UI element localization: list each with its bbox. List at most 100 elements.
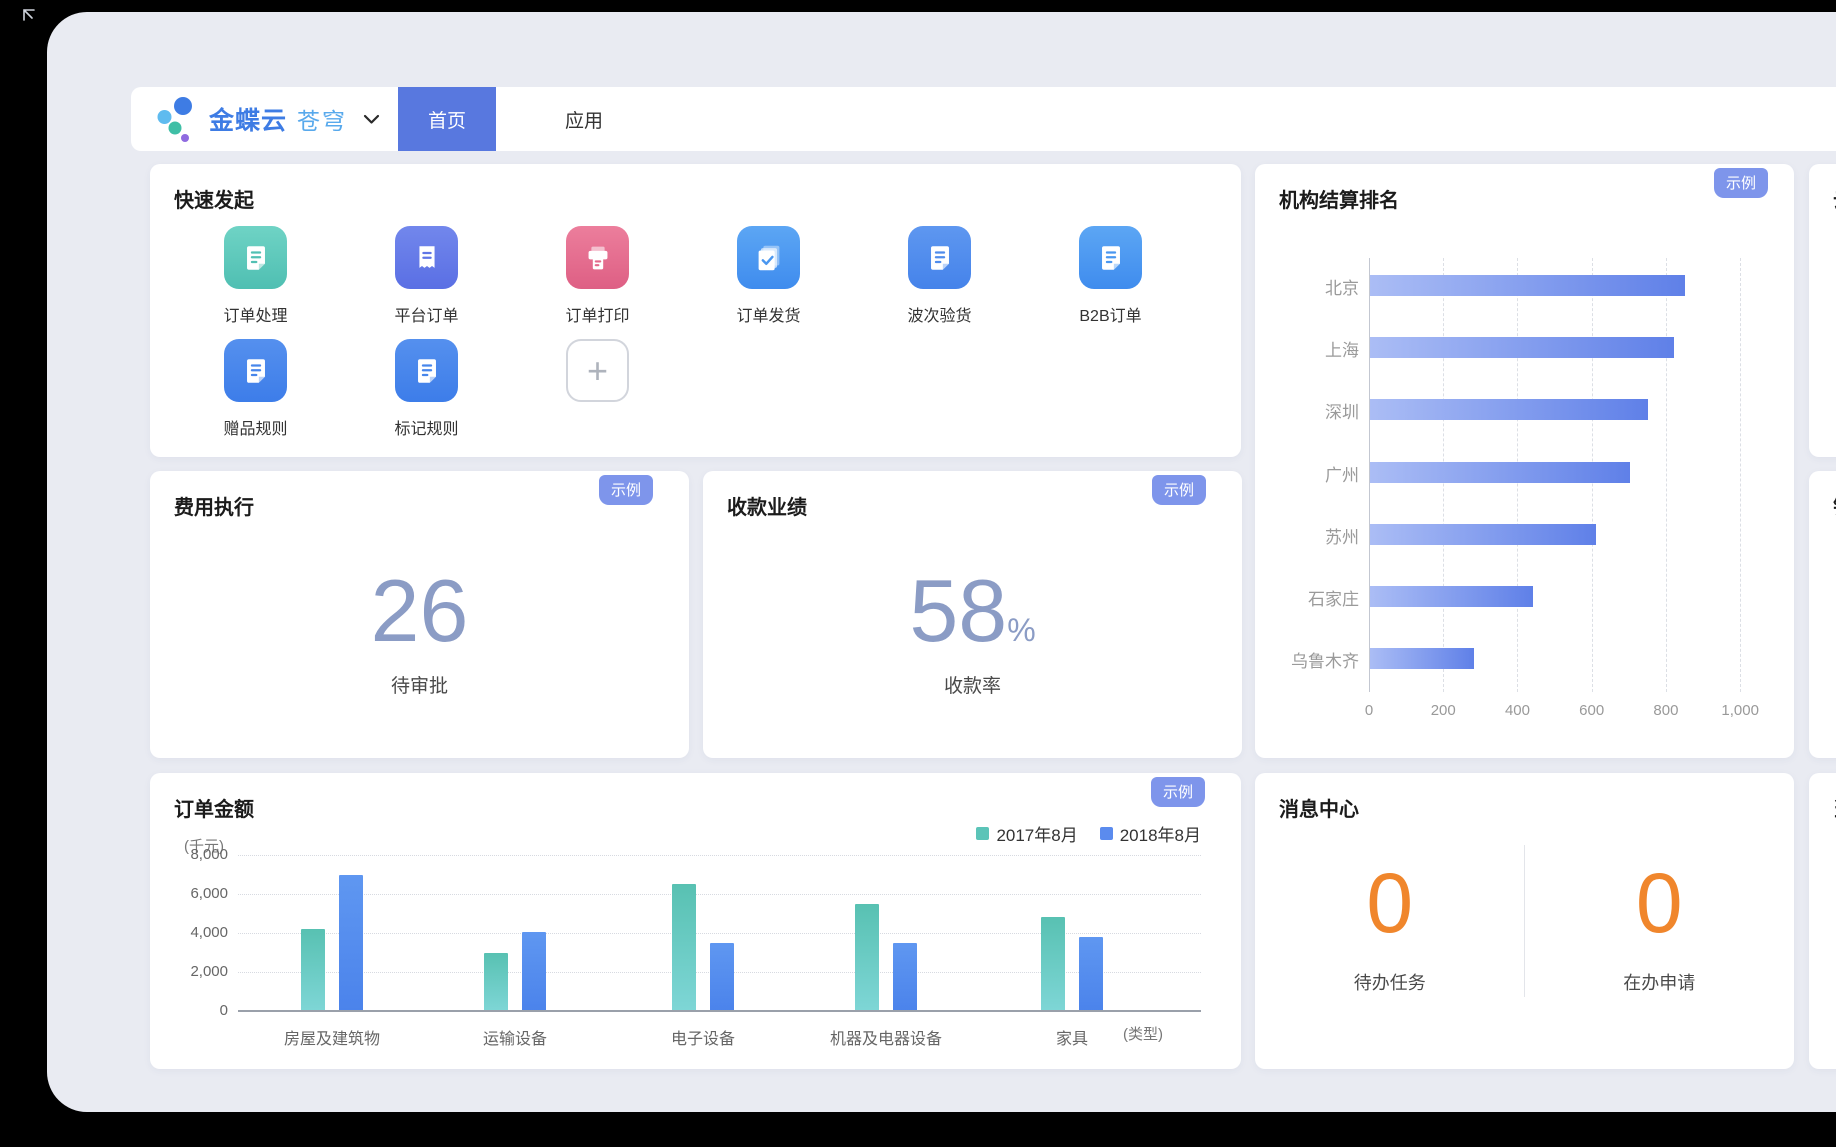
quick-launch-label: 订单发货 (736, 302, 800, 326)
card-title: 订单金额 (174, 793, 254, 822)
doc-icon (224, 339, 287, 402)
percent-unit: % (1007, 612, 1035, 648)
y-tick-label: 4,000 (166, 924, 228, 941)
brand-name: 金蝶云 (209, 101, 287, 137)
order-bar (522, 932, 546, 1011)
x-tick-label: 1,000 (1708, 702, 1772, 719)
sample-badge: 示例 (1714, 168, 1768, 198)
chevron-down-icon[interactable] (363, 114, 380, 125)
expense-card: 示例 费用执行 26 待审批 (150, 471, 689, 758)
add-quick-launch-button[interactable]: + (512, 339, 683, 439)
order-bar (672, 884, 696, 1011)
quick-launch-item[interactable]: 标记规则 (341, 339, 512, 439)
todo-label: 待办任务 (1354, 969, 1426, 995)
y-tick-label: 30 (1827, 543, 1836, 561)
x-tick-label: 600 (1560, 702, 1624, 719)
legend-item[interactable]: 2017年8月 (976, 821, 1077, 846)
order-bar (484, 953, 508, 1012)
order-bar (893, 943, 917, 1011)
logo-dots-icon (157, 94, 197, 144)
card-title: 消息中心 (1279, 793, 1359, 822)
legend-swatch-icon (976, 827, 989, 840)
printer-icon (566, 226, 629, 289)
rank-bar (1370, 462, 1630, 483)
x-tick-label: 400 (1485, 702, 1549, 719)
todo-stat[interactable]: 0 待办任务 (1255, 861, 1525, 995)
gridline (238, 894, 1201, 895)
quick-launch-item[interactable]: B2B订单 (1025, 226, 1196, 326)
rank-category-label: 深圳 (1273, 398, 1359, 423)
ranking-chart-card: 示例 机构结算排名 北京上海深圳广州苏州石家庄乌鲁木齐0200400600800… (1255, 164, 1794, 758)
quick-launch-item[interactable]: 订单打印 (512, 226, 683, 326)
plus-icon: + (566, 339, 629, 402)
sample-badge: 示例 (1151, 777, 1205, 807)
device-screen: 金蝶云 苍穹 首页 应用 快速发起 订单处理 平台订单 订单打印 订单发货 (47, 12, 1836, 1112)
pending-approval-count: 26 (150, 567, 689, 655)
in-progress-stat[interactable]: 0 在办申请 (1525, 861, 1795, 995)
card-title: 收款业绩 (727, 491, 807, 520)
legend-item[interactable]: 2018年8月 (1100, 821, 1201, 846)
in-progress-label: 在办申请 (1623, 969, 1695, 995)
quick-launch-label: 平台订单 (394, 302, 458, 326)
category-label: 电子设备 (613, 1025, 793, 1049)
card-title: 快速发起 (174, 184, 254, 213)
order-amount-card: 示例 订单金额 2017年8月2018年8月 (千元) 02,0004,0006… (150, 773, 1241, 1069)
divider (1524, 845, 1525, 997)
rank-category-label: 石家庄 (1273, 585, 1359, 610)
legend-label: 2018年8月 (1120, 821, 1201, 846)
sales-trend-card: 销售趋势 3020100 (1809, 471, 1836, 758)
brand-subname: 苍穹 (297, 102, 347, 136)
collection-rate-value: 58% (703, 567, 1242, 655)
collection-rate-label: 收款率 (703, 671, 1242, 698)
quick-launch-item[interactable]: 订单发货 (683, 226, 854, 326)
rank-bar (1370, 524, 1596, 545)
quick-launch-item[interactable]: 平台订单 (341, 226, 512, 326)
rank-category-label: 北京 (1273, 274, 1359, 299)
message-center-card: 消息中心 0 待办任务 0 在办申请 (1255, 773, 1794, 1069)
in-progress-count: 0 (1636, 861, 1683, 945)
gridline (1666, 258, 1667, 692)
x-tick-label: 800 (1634, 702, 1698, 719)
rank-bar (1370, 648, 1474, 669)
doc-icon (395, 339, 458, 402)
doc-check-icon (737, 226, 800, 289)
todo-count: 0 (1366, 861, 1413, 945)
quick-launch-row-1: 订单处理 平台订单 订单打印 订单发货 波次验货 B2B订单 (170, 226, 1196, 326)
order-bar (855, 904, 879, 1011)
quick-launch-item[interactable]: 波次验货 (854, 226, 1025, 326)
rank-category-label: 苏州 (1273, 523, 1359, 548)
doc-icon (224, 226, 287, 289)
y-tick-label: 0 (1827, 688, 1836, 706)
order-bar (1079, 937, 1103, 1011)
rank-bar (1370, 586, 1533, 607)
card-title: 机构结算排名 (1279, 184, 1399, 213)
quick-launch-item[interactable]: 赠品规则 (170, 339, 341, 439)
quick-launch-card: 快速发起 订单处理 平台订单 订单打印 订单发货 波次验货 B2B订单 赠 (150, 164, 1241, 457)
tab-home[interactable]: 首页 (398, 87, 496, 151)
card-title: 费用执行 (174, 491, 254, 520)
quick-launch-item[interactable]: 订单处理 (170, 226, 341, 326)
rank-bar (1370, 337, 1674, 358)
rank-bar (1370, 275, 1685, 296)
quick-launch-label: 波次验货 (907, 302, 971, 326)
category-label: 机器及电器设备 (796, 1025, 976, 1049)
sample-badge: 示例 (599, 475, 653, 505)
collection-card: 示例 收款业绩 58% 收款率 (703, 471, 1242, 758)
y-tick-label: 2,000 (166, 963, 228, 980)
order-bar (339, 875, 363, 1012)
rank-category-label: 乌鲁木齐 (1273, 647, 1359, 672)
rank-category-label: 广州 (1273, 461, 1359, 486)
x-axis-line (238, 1010, 1201, 1012)
month-card: 当月费用 (1809, 773, 1836, 1069)
rank-category-label: 上海 (1273, 336, 1359, 361)
order-bar (710, 943, 734, 1011)
receipt-icon (395, 226, 458, 289)
y-tick-label: 10 (1827, 640, 1836, 658)
tab-apps[interactable]: 应用 (536, 87, 632, 151)
chart-legend: 2017年8月 2018年8月 (976, 821, 1201, 846)
category-label: 房屋及建筑物 (242, 1025, 422, 1049)
app-logo[interactable]: 金蝶云 苍穹 (131, 94, 380, 144)
category-label: 运输设备 (425, 1025, 605, 1049)
sample-badge: 示例 (1152, 475, 1206, 505)
quick-launch-label: 赠品规则 (223, 415, 287, 439)
